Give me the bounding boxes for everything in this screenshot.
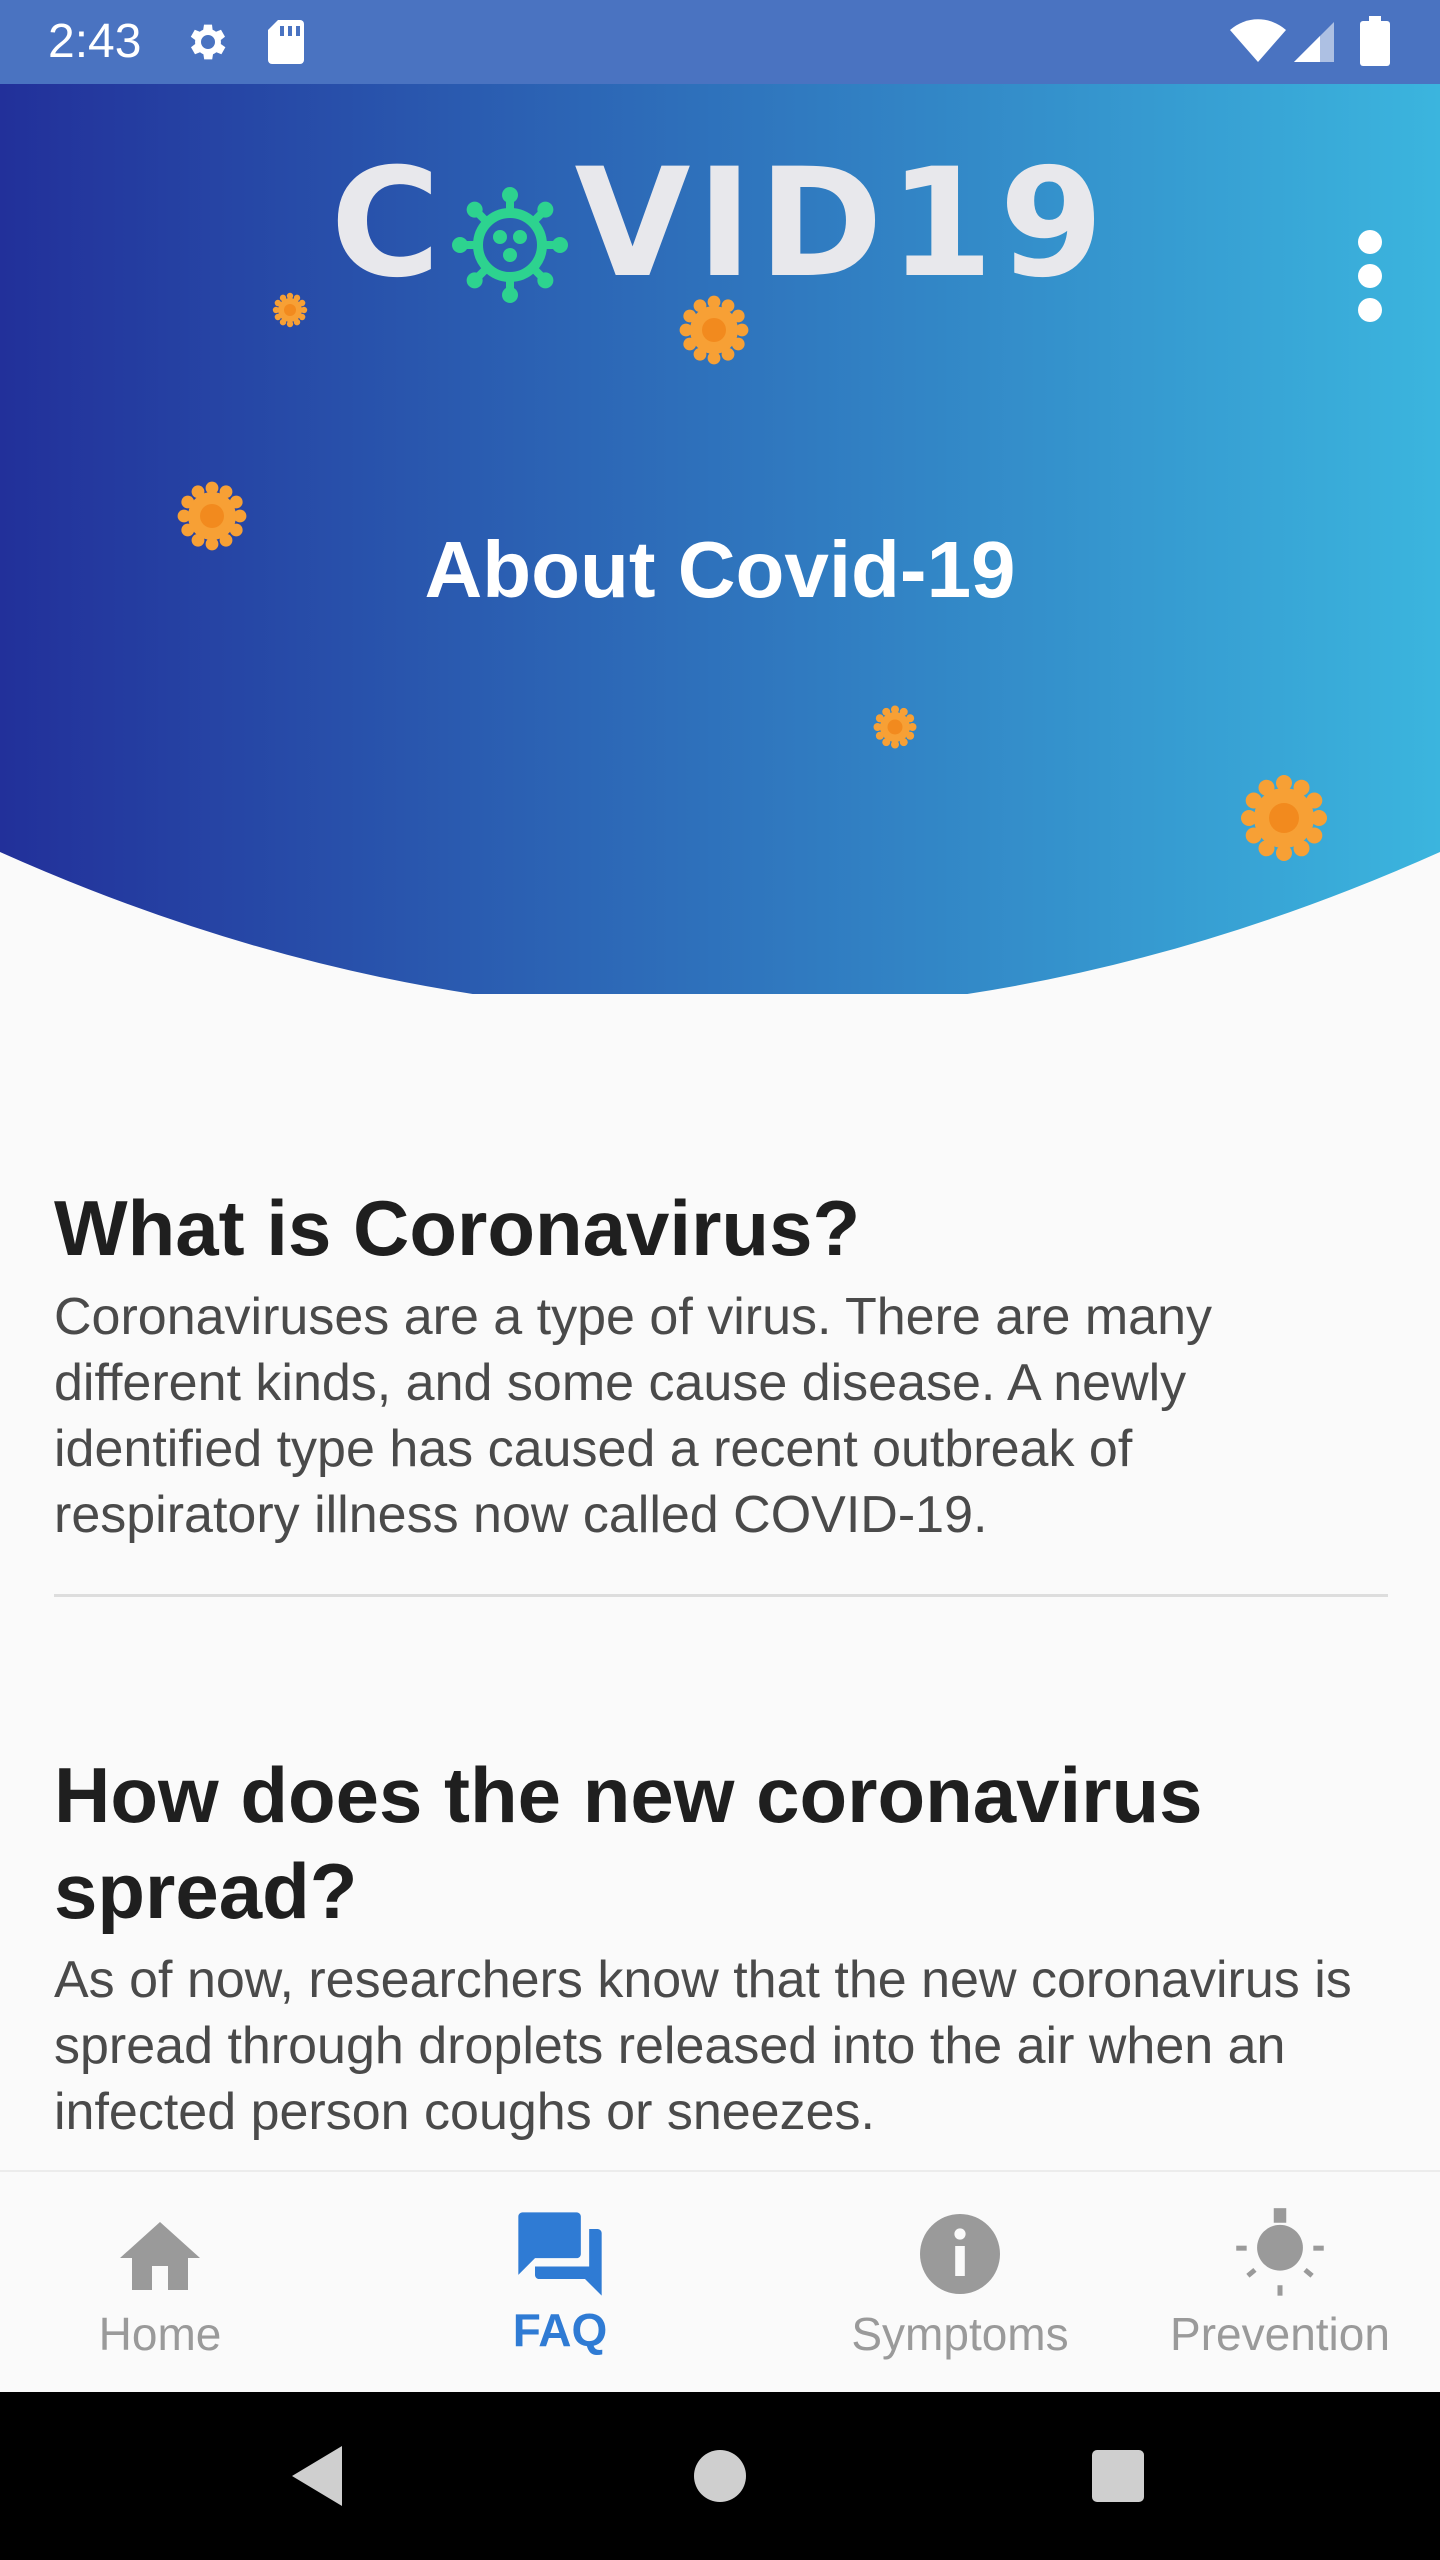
page-title: About Covid-19 [424, 525, 1016, 614]
back-icon[interactable] [270, 2392, 370, 2560]
menu-dot [1358, 298, 1382, 322]
sd-card-icon [266, 18, 306, 71]
lightbulb-icon [1236, 2208, 1324, 2296]
logo-letters-vid19: VID19 [574, 137, 1110, 311]
settings-icon [184, 18, 232, 71]
nav-label-home: Home [98, 2308, 222, 2360]
nav-item-prevention[interactable]: Prevention [1140, 2172, 1420, 2394]
faq-item[interactable]: What is Coronavirus? Coronaviruses are a… [54, 1180, 1390, 1597]
wifi-icon [1228, 18, 1288, 71]
cellular-signal-icon [1290, 18, 1338, 71]
nav-label-prevention: Prevention [1170, 2308, 1390, 2360]
germ-icon [1234, 768, 1334, 873]
nav-item-faq[interactable]: FAQ [440, 2172, 680, 2394]
battery-icon [1360, 16, 1390, 71]
virus-logo-icon [450, 164, 570, 303]
nav-item-symptoms[interactable]: Symptoms [820, 2172, 1100, 2394]
bottom-navigation: Home FAQ Symptoms Prevention [0, 2170, 1440, 2394]
app-screen: 2:43 C VID19 About Covid-19 What is Coro… [0, 0, 1440, 2560]
home-icon [120, 2222, 200, 2290]
divider [54, 1594, 1388, 1597]
status-bar: 2:43 [0, 0, 1440, 84]
faq-question: How does the new coronavirus spread? [54, 1751, 1203, 1935]
logo-letter-c: C [330, 137, 447, 311]
status-time: 2:43 [48, 15, 142, 68]
menu-dot [1358, 264, 1382, 288]
faq-answer: Coronaviruses are a type of virus. There… [54, 1288, 1213, 1544]
menu-dot [1358, 230, 1382, 254]
header-banner: C VID19 About Covid-19 [0, 84, 1440, 994]
recents-icon[interactable] [1068, 2392, 1168, 2560]
faq-question: What is Coronavirus? [54, 1184, 861, 1272]
faq-answer: As of now, researchers know that the new… [54, 1951, 1352, 2141]
nav-label-faq: FAQ [512, 2304, 608, 2356]
nav-label-symptoms: Symptoms [851, 2308, 1069, 2360]
nav-item-home[interactable]: Home [40, 2172, 280, 2394]
more-vert-icon[interactable] [1340, 154, 1400, 322]
forum-icon [518, 2212, 602, 2296]
app-logo: C VID19 [330, 134, 1103, 314]
info-icon [920, 2214, 1000, 2294]
faq-item[interactable]: How does the new coronavirus spread? As … [54, 1747, 1390, 2145]
germ-icon [270, 290, 310, 335]
home-circle-icon[interactable] [670, 2392, 770, 2560]
germ-icon [870, 702, 920, 757]
faq-list: What is Coronavirus? Coronaviruses are a… [54, 1180, 1390, 2145]
system-navigation-bar [0, 2392, 1440, 2560]
